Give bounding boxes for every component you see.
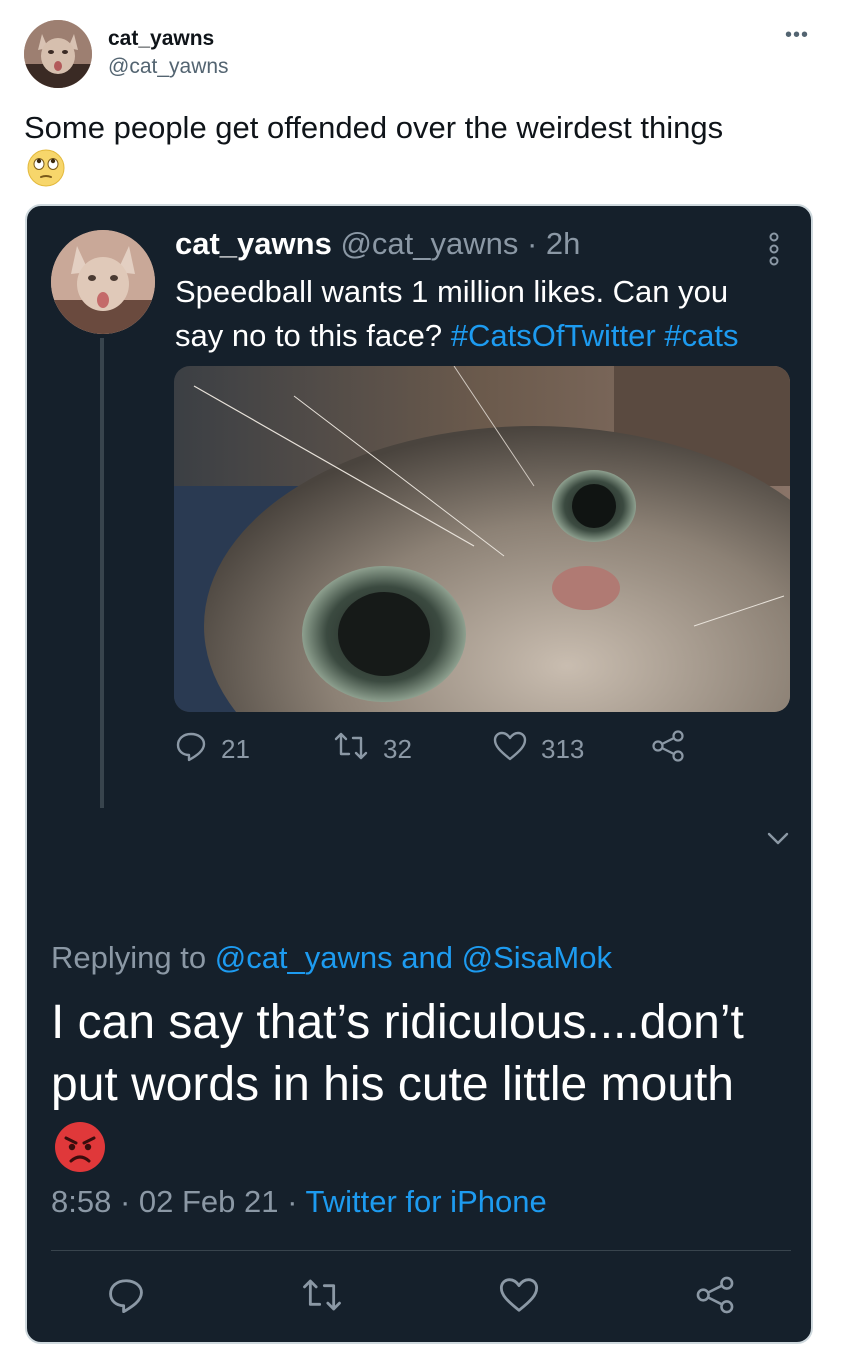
user-handle[interactable]: @cat_yawns <box>108 55 229 79</box>
retweet-button[interactable]: 32 <box>333 730 412 769</box>
share-icon <box>651 730 685 769</box>
source-link[interactable]: Twitter for iPhone <box>305 1184 546 1219</box>
mention-link[interactable]: @SisaMok <box>462 940 612 975</box>
replying-to-label: Replying to <box>51 940 215 975</box>
timestamp[interactable]: 8:58 · 02 Feb 21 · <box>51 1184 305 1219</box>
display-name[interactable]: cat_yawns <box>175 226 332 261</box>
heart-icon[interactable] <box>499 1276 539 1319</box>
reply-text: I can say that’s ridiculous....don’t put… <box>51 996 744 1111</box>
thread-line <box>100 338 104 808</box>
retweet-icon <box>333 730 369 769</box>
more-options-icon[interactable] <box>767 232 781 266</box>
more-options-icon[interactable]: ••• <box>785 24 809 47</box>
like-button[interactable]: 313 <box>493 730 584 769</box>
reply-icon <box>175 730 207 769</box>
tweet-text: Some people get offended over the weirde… <box>24 110 724 145</box>
hashtag-link[interactable]: #CatsOfTwitter <box>451 318 656 353</box>
avatar[interactable] <box>24 20 92 88</box>
hashtag-link[interactable]: #cats <box>664 318 738 353</box>
embedded-screenshot: cat_yawns @cat_yawns · 2h Speedball want… <box>25 204 813 1344</box>
tweet-text-line: Speedball wants 1 million likes. Can you <box>175 274 729 309</box>
share-button[interactable] <box>651 730 685 769</box>
bottom-actions <box>27 1276 811 1324</box>
like-count: 313 <box>541 734 585 764</box>
tweet-text: Speedball wants 1 million likes. Can you… <box>175 270 785 358</box>
tweet-photo[interactable] <box>174 366 790 712</box>
angry-face-emoji-icon <box>53 1120 107 1174</box>
tweet-meta: 8:58 · 02 Feb 21 · Twitter for iPhone <box>51 1184 547 1220</box>
display-name[interactable]: cat_yawns <box>108 27 214 51</box>
reply-icon[interactable] <box>107 1276 145 1319</box>
reply-button[interactable]: 21 <box>175 730 250 769</box>
chevron-down-icon[interactable] <box>767 832 789 851</box>
retweet-count: 32 <box>383 734 412 764</box>
retweet-icon[interactable] <box>301 1276 343 1319</box>
replying-to: Replying to @cat_yawns and @SisaMok <box>51 940 612 976</box>
heart-icon <box>493 730 527 769</box>
tweet-author[interactable]: cat_yawns @cat_yawns · 2h <box>175 226 580 262</box>
rolling-eyes-emoji-icon <box>26 148 66 188</box>
mention-link[interactable]: @cat_yawns <box>215 940 393 975</box>
replying-to-and: and <box>392 940 462 975</box>
divider <box>51 1250 791 1251</box>
tweet-text-line: say no to this face? <box>175 318 451 353</box>
reply-count: 21 <box>221 734 250 764</box>
tweet-actions: 21 32 313 <box>175 730 735 770</box>
avatar[interactable] <box>51 230 155 334</box>
share-icon[interactable] <box>695 1276 735 1319</box>
handle-and-time: @cat_yawns · 2h <box>340 226 581 261</box>
